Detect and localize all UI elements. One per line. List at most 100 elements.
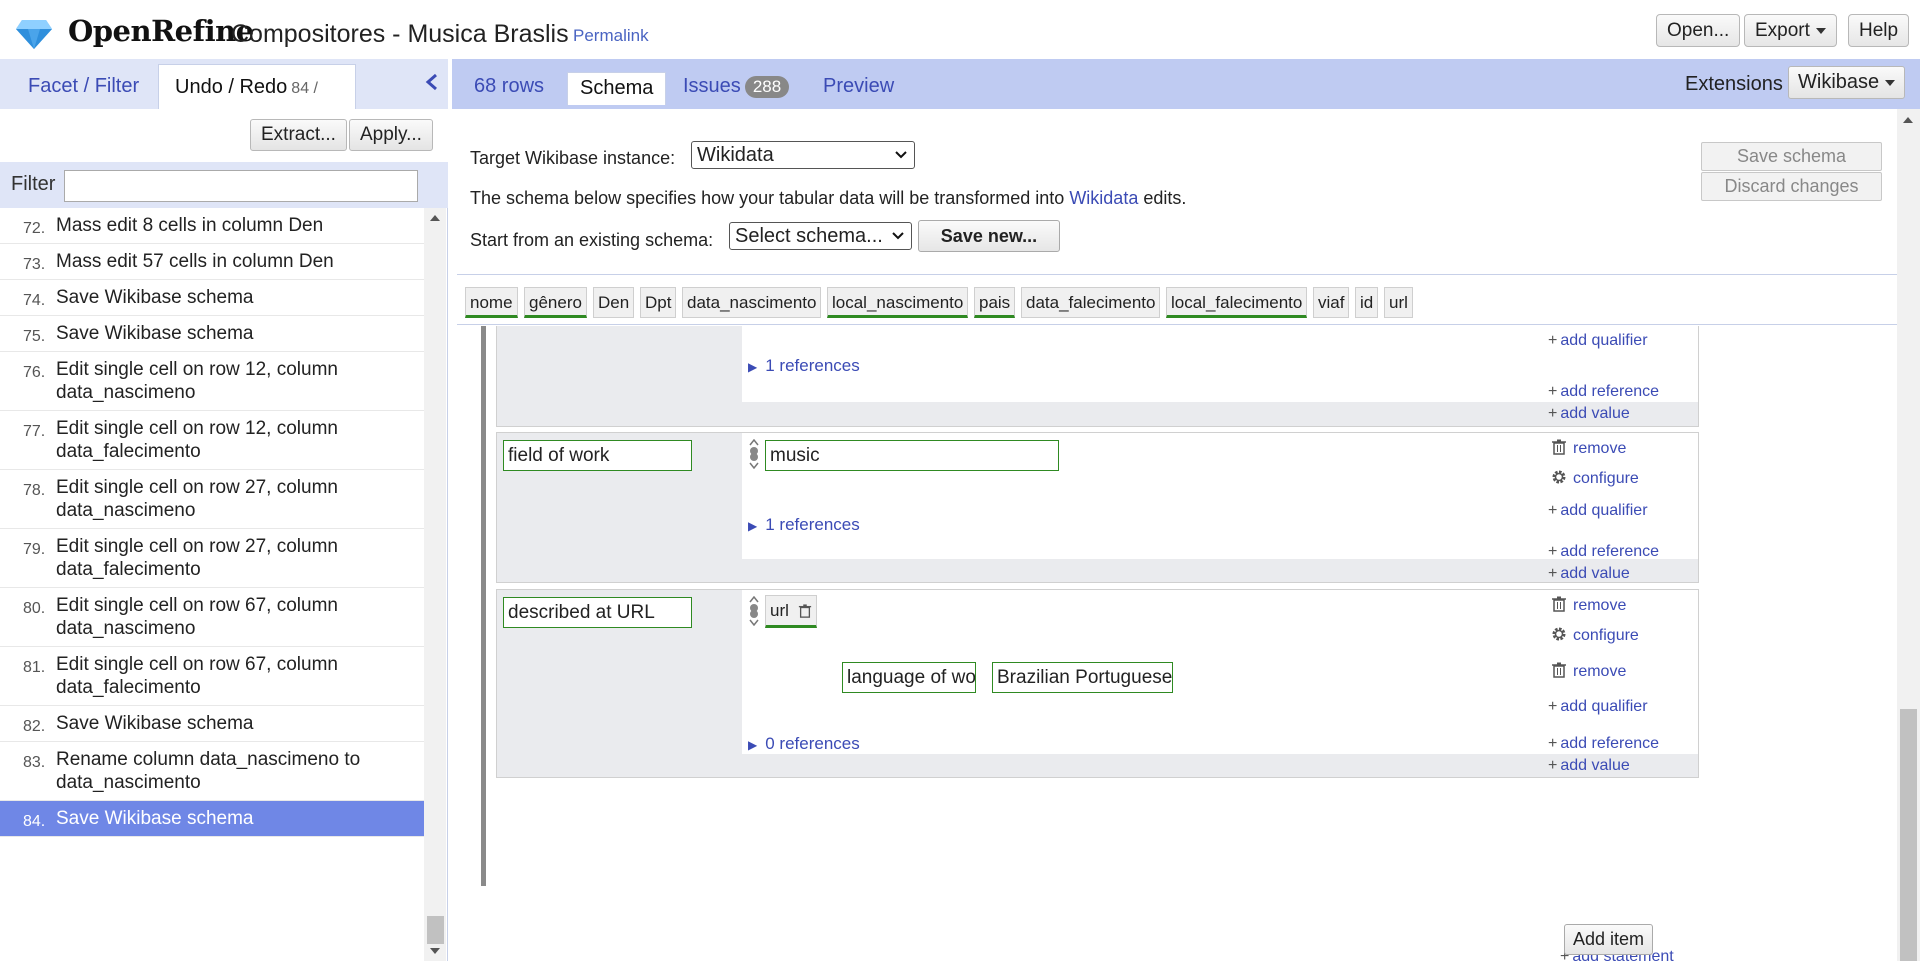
tab-facet-filter[interactable]: Facet / Filter	[12, 64, 155, 109]
column-chip[interactable]: Dpt	[640, 287, 677, 318]
export-button[interactable]: Export	[1744, 14, 1837, 47]
collapse-panel-button[interactable]	[420, 73, 444, 97]
history-scrollbar[interactable]	[424, 208, 446, 961]
history-item[interactable]: 79. Edit single cell on row 27, column da…	[0, 529, 424, 588]
configure-statement-link[interactable]: configure	[1551, 626, 1639, 645]
openrefine-diamond-icon[interactable]	[16, 18, 52, 50]
tab-preview[interactable]: Preview	[823, 71, 894, 101]
scroll-up-icon[interactable]	[430, 215, 440, 221]
apply-button[interactable]: Apply...	[349, 119, 433, 151]
statement-described-at-url: described at URL url language of work or…	[496, 589, 1699, 778]
tab-undo-redo[interactable]: Undo / Redo84 / 84	[158, 64, 356, 143]
existing-schema-select[interactable]: Select schema...	[729, 222, 912, 250]
qualifier-value-input[interactable]: Brazilian Portuguese	[992, 662, 1173, 693]
history-text: Edit single cell on row 67, column data_…	[56, 654, 338, 698]
open-label: Open...	[1667, 20, 1730, 41]
history-text: Edit single cell on row 12, column data_…	[56, 418, 338, 462]
history-item[interactable]: 73. Mass edit 57 cells in column Den	[0, 244, 424, 280]
add-item-button[interactable]: Add item	[1564, 924, 1654, 955]
history-item[interactable]: 83. Rename column data_nascimeno to data_…	[0, 742, 424, 801]
trash-icon[interactable]	[798, 603, 812, 619]
remove-statement-link[interactable]: remove	[1551, 439, 1626, 458]
history-item[interactable]: 82. Save Wikibase schema	[0, 706, 424, 742]
add-reference-link[interactable]: + add reference	[1548, 383, 1659, 401]
column-chip[interactable]: data_nascimento	[682, 287, 822, 318]
add-reference-link[interactable]: + add reference	[1548, 543, 1659, 561]
app-name[interactable]: OpenRefine	[68, 14, 254, 48]
history-text: Edit single cell on row 27, column data_…	[56, 536, 338, 580]
column-chip[interactable]: local_falecimento	[1166, 287, 1308, 318]
configure-statement-link[interactable]: configure	[1551, 469, 1639, 488]
property-input[interactable]: field of work	[503, 440, 692, 471]
history-text: Save Wikibase schema	[56, 323, 254, 344]
value-column-chip[interactable]: url	[765, 595, 817, 628]
qualifier-property-input[interactable]: language of work or name	[842, 662, 976, 693]
column-chip[interactable]: nome	[465, 287, 518, 318]
value-input[interactable]: music	[765, 440, 1059, 471]
history-item[interactable]: 74. Save Wikibase schema	[0, 280, 424, 316]
reorder-handle-icon[interactable]	[748, 596, 760, 626]
right-tabs: 68 rows Schema Issues 288 Preview Extensi…	[452, 59, 1920, 109]
configure-label: configure	[1573, 627, 1639, 644]
column-chip[interactable]: Den	[593, 287, 635, 318]
history-item[interactable]: 76. Edit single cell on row 12, column da…	[0, 352, 424, 411]
references-toggle[interactable]: ▶ 1 references	[748, 515, 860, 535]
column-chip[interactable]: data_falecimento	[1021, 287, 1161, 318]
extract-button[interactable]: Extract...	[250, 119, 347, 151]
help-button[interactable]: Help	[1848, 14, 1910, 47]
schema-scrollbar[interactable]	[1897, 109, 1920, 961]
remove-qualifier-link[interactable]: remove	[1551, 662, 1626, 681]
history-item[interactable]: 72. Mass edit 8 cells in column Den	[0, 208, 424, 244]
scrollbar-thumb[interactable]	[1900, 709, 1917, 961]
history-text: Save Wikibase schema	[56, 287, 254, 308]
property-input[interactable]: described at URL	[503, 597, 692, 628]
references-toggle[interactable]: ▶ 1 references	[748, 356, 860, 376]
filter-row: Filter	[0, 162, 448, 208]
history-item[interactable]: 75. Save Wikibase schema	[0, 316, 424, 352]
history-item[interactable]: 77. Edit single cell on row 12, column da…	[0, 411, 424, 470]
history-number: 82.	[23, 718, 46, 735]
column-chip[interactable]: url	[1384, 287, 1413, 318]
plus-icon: +	[1548, 735, 1558, 752]
scrollbar-thumb[interactable]	[427, 916, 444, 944]
save-new-button[interactable]: Save new...	[918, 220, 1060, 252]
gear-icon	[1552, 470, 1566, 484]
open-button[interactable]: Open...	[1656, 14, 1741, 47]
references-toggle[interactable]: ▶ 0 references	[748, 734, 860, 754]
history-item[interactable]: 80. Edit single cell on row 67, column da…	[0, 588, 424, 647]
add-qualifier-link[interactable]: + add qualifier	[1548, 332, 1648, 350]
column-chip[interactable]: pais	[974, 287, 1016, 318]
history-item[interactable]: 84. Save Wikibase schema	[0, 801, 424, 837]
references-label: 1 references	[765, 356, 860, 375]
project-name[interactable]: Compositores - Musica Braslis	[231, 20, 569, 49]
filter-input[interactable]	[64, 170, 418, 202]
left-tabs: Facet / Filter Undo / Redo84 / 84	[0, 59, 448, 143]
tab-issues[interactable]: Issues 288	[683, 71, 790, 101]
scroll-down-icon[interactable]	[430, 948, 440, 954]
add-value-link[interactable]: + add value	[1548, 565, 1630, 583]
history-item[interactable]: 81. Edit single cell on row 67, column da…	[0, 647, 424, 706]
add-qualifier-link[interactable]: + add qualifier	[1548, 502, 1648, 520]
wikibase-menu-button[interactable]: Wikibase	[1788, 66, 1906, 99]
column-chip[interactable]: gênero	[524, 287, 587, 318]
triangle-right-icon: ▶	[748, 360, 758, 374]
add-value-link[interactable]: + add value	[1548, 405, 1630, 423]
scroll-up-icon[interactable]	[1903, 117, 1913, 123]
tab-schema[interactable]: Schema	[567, 72, 667, 105]
add-qualifier-link[interactable]: + add qualifier	[1548, 698, 1648, 716]
references-label: 1 references	[765, 515, 860, 534]
column-chip[interactable]: id	[1355, 287, 1379, 318]
tab-rows[interactable]: 68 rows	[474, 71, 544, 101]
wikidata-link[interactable]: Wikidata	[1069, 188, 1138, 208]
column-chip[interactable]: viaf	[1313, 287, 1350, 318]
permalink-link[interactable]: Permalink	[573, 26, 649, 46]
discard-changes-button[interactable]: Discard changes	[1701, 172, 1882, 201]
add-reference-link[interactable]: + add reference	[1548, 735, 1659, 753]
history-item[interactable]: 78. Edit single cell on row 27, column da…	[0, 470, 424, 529]
reorder-handle-icon[interactable]	[748, 439, 760, 469]
add-value-link[interactable]: + add value	[1548, 757, 1630, 775]
save-schema-button[interactable]: Save schema	[1701, 142, 1882, 171]
column-chip[interactable]: local_nascimento	[827, 287, 969, 318]
remove-statement-link[interactable]: remove	[1551, 596, 1626, 615]
target-instance-select[interactable]: Wikidata	[691, 141, 915, 169]
